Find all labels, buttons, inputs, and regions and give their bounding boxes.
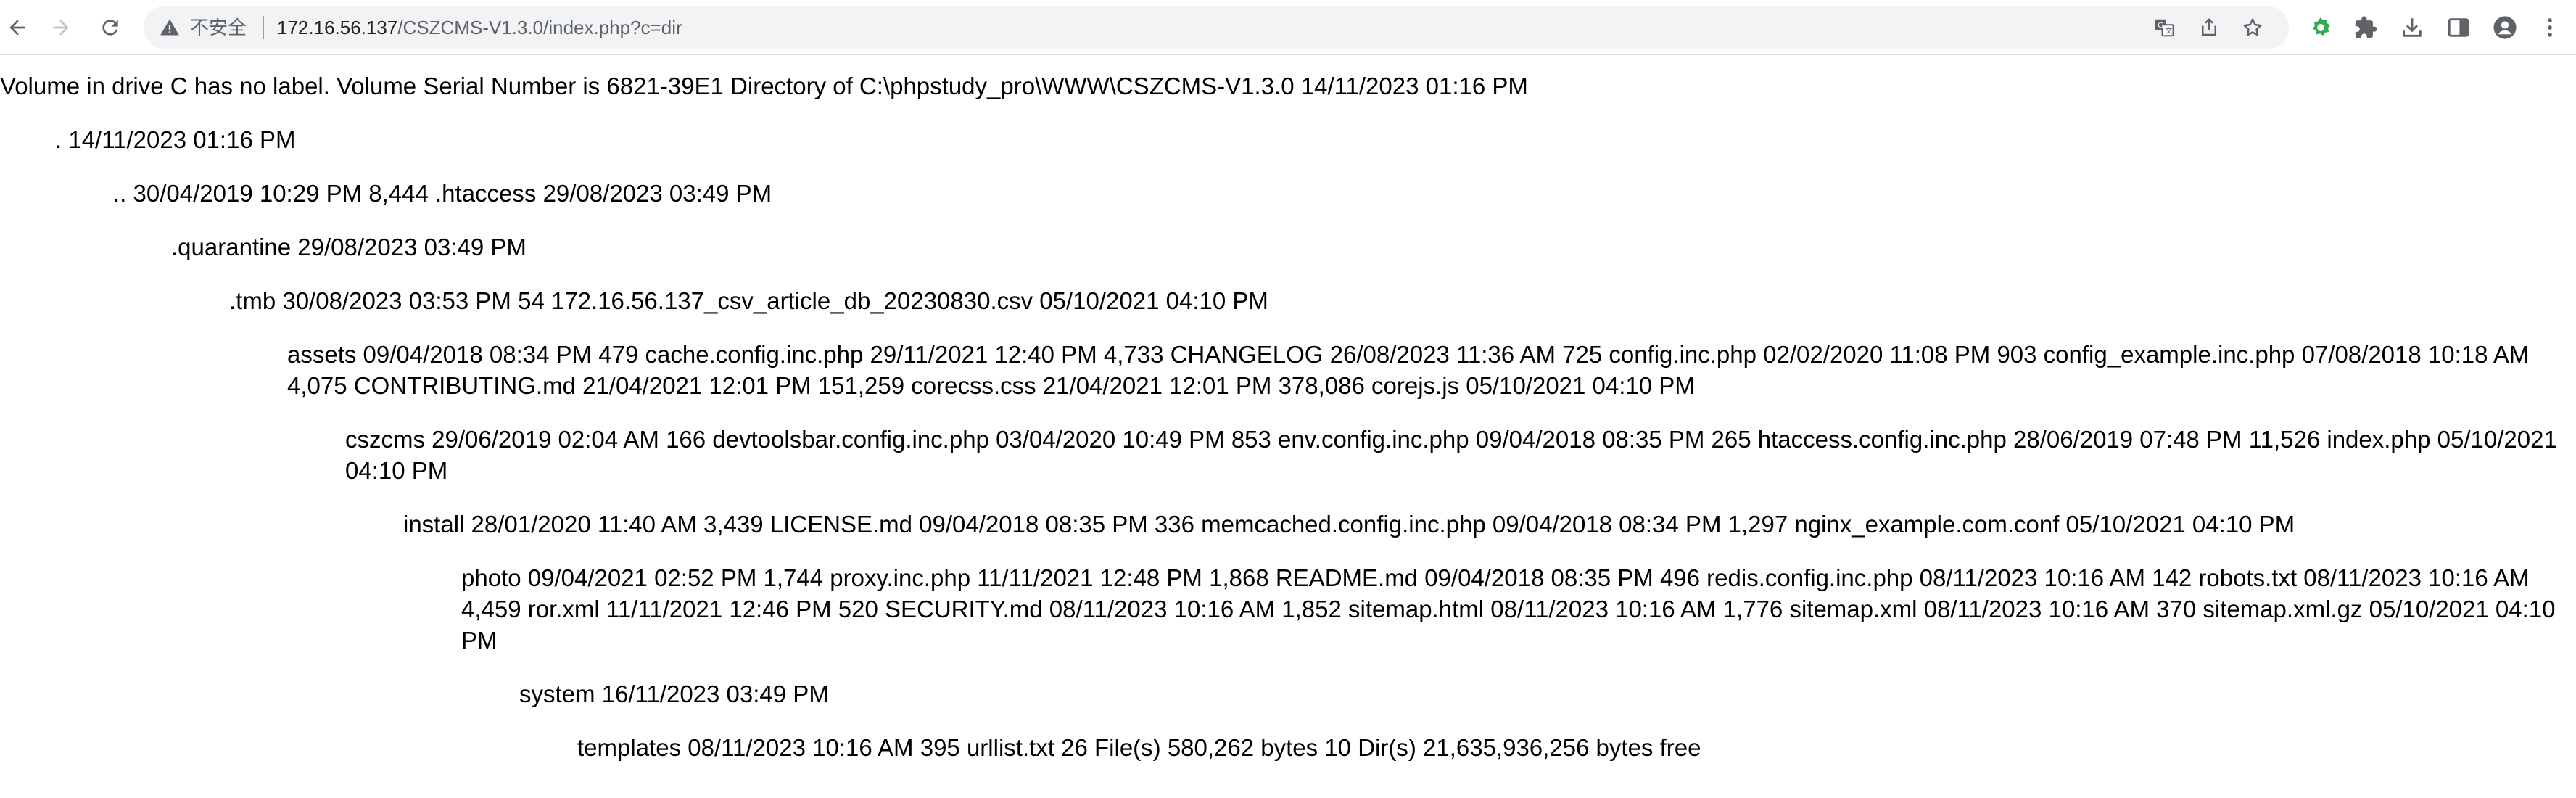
listing-line-photo: photo 09/04/2021 02:52 PM 1,744 proxy.in… [461, 564, 2556, 654]
listing-line-install: install 28/01/2020 11:40 AM 3,439 LICENS… [403, 511, 2295, 538]
back-arrow-icon [9, 20, 25, 36]
url-text[interactable]: 172.16.56.137/CSZCMS-V1.3.0/index.php?c=… [277, 16, 682, 39]
listing-line-assets: assets 09/04/2018 08:34 PM 479 cache.con… [287, 341, 2530, 399]
listing-line-quarantine: .quarantine 29/08/2023 03:49 PM [171, 234, 527, 260]
omnibox-divider [263, 16, 264, 39]
translate-button[interactable]: G文 [2150, 13, 2179, 42]
security-label[interactable]: 不安全 [190, 16, 247, 39]
listing-line-cszcms: cszcms 29/06/2019 02:04 AM 166 devtoolsb… [345, 426, 2557, 484]
svg-text:G: G [2158, 22, 2163, 30]
gear-extension-icon [2313, 17, 2330, 36]
profile-button[interactable] [2489, 12, 2521, 44]
puzzle-icon [2355, 16, 2377, 38]
browser-toolbar: 不安全 172.16.56.137/CSZCMS-V1.3.0/index.ph… [0, 0, 2576, 55]
back-button[interactable] [0, 10, 35, 45]
address-bar[interactable]: 不安全 172.16.56.137/CSZCMS-V1.3.0/index.ph… [144, 6, 2289, 49]
listing-line-volume-header: Volume in drive C has no label. Volume S… [0, 73, 1528, 99]
warning-triangle-icon [160, 19, 179, 36]
extension-1-button[interactable] [2305, 12, 2337, 44]
side-panel-button[interactable] [2443, 12, 2474, 44]
url-path: /CSZCMS-V1.3.0/index.php?c=dir [397, 17, 682, 38]
downloads-button[interactable] [2396, 12, 2428, 44]
translate-icon: G文 [2155, 19, 2174, 37]
forward-arrow-icon [53, 20, 69, 36]
download-icon [2403, 18, 2422, 37]
listing-line-templates-summary: templates 08/11/2023 10:16 AM 395 urllis… [577, 734, 1701, 761]
profile-icon [2493, 16, 2517, 39]
listing-line-system: system 16/11/2023 03:49 PM [519, 680, 829, 707]
share-button[interactable] [2195, 13, 2224, 42]
side-panel-icon [2448, 18, 2469, 37]
reload-icon [102, 20, 118, 36]
url-host: 172.16.56.137 [277, 17, 398, 38]
listing-line-current-dir: . 14/11/2023 01:16 PM [55, 126, 296, 153]
menu-button[interactable] [2534, 12, 2566, 44]
reload-button[interactable] [93, 10, 128, 45]
star-icon [2243, 18, 2262, 36]
forward-button[interactable] [44, 10, 78, 45]
listing-line-parent-dir: .. 30/04/2019 10:29 PM 8,444 .htaccess 2… [113, 180, 772, 207]
extensions-button[interactable] [2350, 12, 2382, 44]
listing-line-tmb: .tmb 30/08/2023 03:53 PM 54 172.16.56.13… [229, 287, 1268, 314]
kebab-menu-icon [2548, 18, 2552, 37]
svg-text:文: 文 [2165, 26, 2172, 36]
share-icon [2202, 17, 2216, 36]
bookmark-button[interactable] [2238, 13, 2267, 42]
